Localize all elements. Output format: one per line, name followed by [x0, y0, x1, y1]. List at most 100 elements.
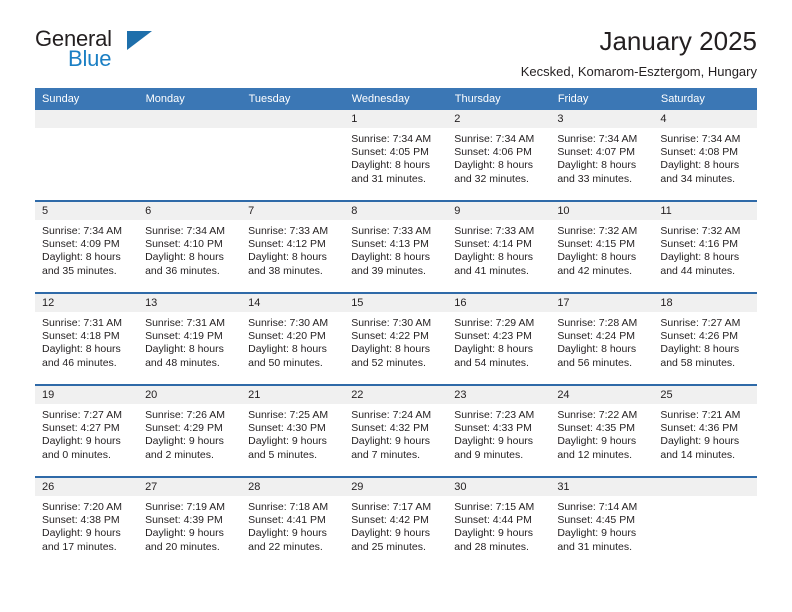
- day-number: 4: [653, 110, 757, 128]
- sunrise-text: Sunrise: 7:33 AM: [351, 225, 432, 237]
- day-number: 8: [344, 202, 448, 220]
- calendar-day-cell[interactable]: 8 Sunrise: 7:33 AM Sunset: 4:13 PM Daylight…: [344, 200, 448, 293]
- sunrise-text: Sunrise: 7:27 AM: [42, 409, 122, 421]
- day-details: Sunrise: 7:30 AM Sunset: 4:22 PM Daylight:…: [344, 312, 447, 370]
- sunrise-text: Sunrise: 7:27 AM: [660, 317, 741, 329]
- calendar-day-cell[interactable]: 18 Sunrise: 7:27 AM Sunset: 4:26 PM Dayligh…: [653, 292, 757, 385]
- calendar-day-cell[interactable]: 22 Sunrise: 7:24 AM Sunset: 4:32 PM Dayligh…: [344, 384, 448, 477]
- daylight-text-line1: Daylight: 9 hours: [557, 435, 637, 448]
- weekday-header-tuesday: Tuesday: [241, 88, 345, 110]
- sunrise-text: Sunrise: 7:34 AM: [557, 133, 638, 145]
- sunrise-text: Sunrise: 7:24 AM: [351, 409, 432, 421]
- calendar-day-cell[interactable]: 5 Sunrise: 7:34 AM Sunset: 4:09 PM Daylight…: [35, 200, 139, 293]
- sunset-text: Sunset: 4:27 PM: [42, 422, 120, 435]
- calendar-week-row: 19 Sunrise: 7:27 AM Sunset: 4:27 PM Dayligh…: [35, 384, 757, 477]
- calendar-day-cell[interactable]: 30 Sunrise: 7:15 AM Sunset: 4:44 PM Dayligh…: [447, 476, 551, 568]
- sunrise-text: Sunrise: 7:32 AM: [660, 225, 741, 237]
- calendar-day-cell[interactable]: 11 Sunrise: 7:32 AM Sunset: 4:16 PM Dayligh…: [653, 200, 757, 293]
- day-details: Sunrise: 7:28 AM Sunset: 4:24 PM Daylight:…: [550, 312, 653, 370]
- daylight-text-line2: and 41 minutes.: [454, 264, 529, 277]
- calendar-day-cell[interactable]: 9 Sunrise: 7:33 AM Sunset: 4:14 PM Daylight…: [447, 200, 551, 293]
- day-number: 12: [35, 294, 139, 312]
- day-number: 11: [653, 202, 757, 220]
- daylight-text-line1: Daylight: 8 hours: [660, 251, 740, 264]
- daylight-text-line2: and 31 minutes.: [351, 172, 426, 185]
- day-box: 28 Sunrise: 7:18 AM Sunset: 4:41 PM Dayligh…: [241, 478, 345, 568]
- sunset-text: Sunset: 4:19 PM: [145, 330, 223, 343]
- calendar-day-cell[interactable]: 25 Sunrise: 7:21 AM Sunset: 4:36 PM Dayligh…: [653, 384, 757, 477]
- day-box: [35, 110, 139, 200]
- sunrise-text: Sunrise: 7:30 AM: [248, 317, 329, 329]
- calendar-day-cell-empty: [653, 476, 757, 568]
- calendar-day-cell[interactable]: 10 Sunrise: 7:32 AM Sunset: 4:15 PM Dayligh…: [550, 200, 654, 293]
- day-number: 21: [241, 386, 345, 404]
- daylight-text-line2: and 7 minutes.: [351, 448, 421, 461]
- daylight-text-line2: and 44 minutes.: [660, 264, 736, 277]
- sunrise-text: Sunrise: 7:32 AM: [557, 225, 638, 237]
- day-box: 2 Sunrise: 7:34 AM Sunset: 4:06 PM Daylight…: [447, 110, 551, 200]
- day-box: 25 Sunrise: 7:21 AM Sunset: 4:36 PM Dayligh…: [653, 386, 757, 476]
- calendar-day-cell[interactable]: 29 Sunrise: 7:17 AM Sunset: 4:42 PM Dayligh…: [344, 476, 448, 568]
- calendar-day-cell[interactable]: 13 Sunrise: 7:31 AM Sunset: 4:19 PM Dayligh…: [138, 292, 242, 385]
- day-number: 16: [447, 294, 551, 312]
- day-box: 21 Sunrise: 7:25 AM Sunset: 4:30 PM Dayligh…: [241, 386, 345, 476]
- day-details: Sunrise: 7:17 AM Sunset: 4:42 PM Daylight:…: [344, 496, 447, 554]
- day-details: Sunrise: 7:15 AM Sunset: 4:44 PM Daylight:…: [447, 496, 550, 554]
- logo-text-blue: Blue: [68, 46, 112, 71]
- day-box: 12 Sunrise: 7:31 AM Sunset: 4:18 PM Dayligh…: [35, 294, 139, 384]
- calendar-day-cell[interactable]: 17 Sunrise: 7:28 AM Sunset: 4:24 PM Dayligh…: [550, 292, 654, 385]
- sunrise-text: Sunrise: 7:21 AM: [660, 409, 741, 421]
- calendar-day-cell[interactable]: 23 Sunrise: 7:23 AM Sunset: 4:33 PM Dayligh…: [447, 384, 551, 477]
- day-box: 9 Sunrise: 7:33 AM Sunset: 4:14 PM Daylight…: [447, 202, 551, 292]
- calendar-day-cell[interactable]: 4 Sunrise: 7:34 AM Sunset: 4:08 PM Daylight…: [653, 110, 757, 201]
- calendar-day-cell[interactable]: 21 Sunrise: 7:25 AM Sunset: 4:30 PM Dayligh…: [241, 384, 345, 477]
- calendar-day-cell[interactable]: 12 Sunrise: 7:31 AM Sunset: 4:18 PM Dayligh…: [35, 292, 139, 385]
- calendar-day-cell[interactable]: 3 Sunrise: 7:34 AM Sunset: 4:07 PM Daylight…: [550, 110, 654, 201]
- daylight-text-line2: and 25 minutes.: [351, 540, 426, 553]
- calendar-day-cell[interactable]: 6 Sunrise: 7:34 AM Sunset: 4:10 PM Daylight…: [138, 200, 242, 293]
- day-number: 28: [241, 478, 345, 496]
- calendar-day-cell[interactable]: 27 Sunrise: 7:19 AM Sunset: 4:39 PM Dayligh…: [138, 476, 242, 568]
- calendar-day-cell[interactable]: 16 Sunrise: 7:29 AM Sunset: 4:23 PM Dayligh…: [447, 292, 551, 385]
- daylight-text-line1: Daylight: 8 hours: [454, 251, 534, 264]
- sunset-text: Sunset: 4:14 PM: [454, 238, 532, 251]
- day-details: Sunrise: 7:29 AM Sunset: 4:23 PM Daylight:…: [447, 312, 550, 370]
- calendar-day-cell[interactable]: 15 Sunrise: 7:30 AM Sunset: 4:22 PM Dayligh…: [344, 292, 448, 385]
- day-number: 1: [344, 110, 448, 128]
- sunrise-text: Sunrise: 7:29 AM: [454, 317, 535, 329]
- day-number: 15: [344, 294, 448, 312]
- day-number: 17: [550, 294, 654, 312]
- calendar-day-cell[interactable]: 7 Sunrise: 7:33 AM Sunset: 4:12 PM Daylight…: [241, 200, 345, 293]
- daylight-text-line2: and 58 minutes.: [660, 356, 736, 369]
- day-details: Sunrise: 7:33 AM Sunset: 4:13 PM Daylight:…: [344, 220, 447, 278]
- day-number: 7: [241, 202, 345, 220]
- calendar-day-cell[interactable]: 20 Sunrise: 7:26 AM Sunset: 4:29 PM Dayligh…: [138, 384, 242, 477]
- day-number: 22: [344, 386, 448, 404]
- weekday-header-friday: Friday: [550, 88, 654, 110]
- day-box: 24 Sunrise: 7:22 AM Sunset: 4:35 PM Dayligh…: [550, 386, 654, 476]
- day-details: Sunrise: 7:27 AM Sunset: 4:27 PM Daylight:…: [35, 404, 138, 462]
- calendar-day-cell[interactable]: 1 Sunrise: 7:34 AM Sunset: 4:05 PM Daylight…: [344, 110, 448, 201]
- sunset-text: Sunset: 4:15 PM: [557, 238, 635, 251]
- calendar-page: General Blue January 2025 Kecsked, Komar…: [0, 0, 792, 612]
- sunrise-text: Sunrise: 7:15 AM: [454, 501, 535, 513]
- sunset-text: Sunset: 4:30 PM: [248, 422, 326, 435]
- daylight-text-line1: Daylight: 9 hours: [557, 527, 637, 540]
- calendar-day-cell[interactable]: 24 Sunrise: 7:22 AM Sunset: 4:35 PM Dayligh…: [550, 384, 654, 477]
- calendar-day-cell[interactable]: 31 Sunrise: 7:14 AM Sunset: 4:45 PM Dayligh…: [550, 476, 654, 568]
- calendar-day-cell[interactable]: 28 Sunrise: 7:18 AM Sunset: 4:41 PM Dayligh…: [241, 476, 345, 568]
- day-number: 9: [447, 202, 551, 220]
- calendar-day-cell[interactable]: 26 Sunrise: 7:20 AM Sunset: 4:38 PM Dayligh…: [35, 476, 139, 568]
- calendar-day-cell[interactable]: 2 Sunrise: 7:34 AM Sunset: 4:06 PM Daylight…: [447, 110, 551, 201]
- calendar-day-cell[interactable]: 19 Sunrise: 7:27 AM Sunset: 4:27 PM Dayligh…: [35, 384, 139, 477]
- daylight-text-line1: Daylight: 8 hours: [351, 343, 430, 356]
- sunrise-text: Sunrise: 7:34 AM: [660, 133, 741, 145]
- generalblue-logo[interactable]: General Blue: [35, 28, 165, 80]
- calendar-day-cell[interactable]: 14 Sunrise: 7:30 AM Sunset: 4:20 PM Dayligh…: [241, 292, 345, 385]
- sunrise-text: Sunrise: 7:26 AM: [145, 409, 226, 421]
- sunrise-text: Sunrise: 7:17 AM: [351, 501, 432, 513]
- day-box: 11 Sunrise: 7:32 AM Sunset: 4:16 PM Dayligh…: [653, 202, 757, 292]
- sunset-text: Sunset: 4:45 PM: [557, 514, 635, 527]
- sunset-text: Sunset: 4:36 PM: [660, 422, 739, 435]
- sunrise-text: Sunrise: 7:19 AM: [145, 501, 226, 513]
